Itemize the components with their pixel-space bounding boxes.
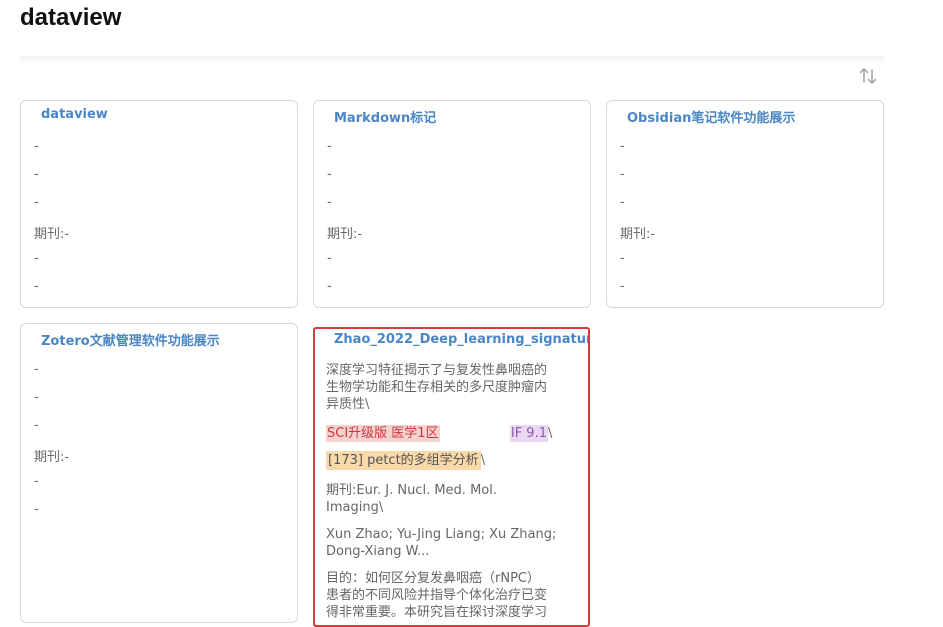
page-title: dataview bbox=[20, 4, 122, 31]
card-field: - bbox=[327, 279, 332, 294]
card-field: - bbox=[327, 139, 332, 154]
card-journal: 期刊:- bbox=[34, 227, 70, 242]
card-field: - bbox=[620, 279, 625, 294]
card-field: - bbox=[34, 362, 39, 377]
card-title-link[interactable]: Zotero文献管理软件功能展示 bbox=[41, 330, 220, 349]
card-field: - bbox=[34, 251, 39, 266]
journal-line: 期刊:Eur. J. Nucl. Med. Mol. bbox=[326, 483, 497, 498]
journal-line: Imaging\ bbox=[326, 500, 384, 515]
card-zhao-2022[interactable]: Zhao_2022_Deep_learning_signature 深度学习特征… bbox=[313, 327, 590, 627]
card-journal: 期刊:Eur. J. Nucl. Med. Mol. Imaging\ bbox=[326, 482, 578, 516]
tag-suffix: \ bbox=[547, 426, 553, 441]
card-field: - bbox=[327, 167, 332, 182]
summary-line: 深度学习特征揭示了与复发性鼻咽癌的 bbox=[326, 363, 548, 378]
card-field: - bbox=[34, 390, 39, 405]
sort-arrows-icon[interactable] bbox=[858, 66, 878, 86]
card-field: - bbox=[34, 474, 39, 489]
card-journal: 期刊:- bbox=[620, 227, 656, 242]
authors-line: Xun Zhao; Yu-Jing Liang; Xu Zhang; bbox=[326, 527, 557, 542]
card-field: - bbox=[620, 251, 625, 266]
note-tag: [173] petct的多组学分析 bbox=[326, 451, 481, 470]
card-authors: Xun Zhao; Yu-Jing Liang; Xu Zhang; Dong-… bbox=[326, 526, 578, 560]
card-field: - bbox=[327, 195, 332, 210]
card-obsidian[interactable]: Obsidian笔记软件功能展示 - - - 期刊:- - - bbox=[606, 100, 884, 308]
abstract-line: 得非常重要。本研究旨在探讨深度学习 bbox=[326, 605, 548, 620]
card-title-link[interactable]: Markdown标记 bbox=[334, 107, 436, 126]
card-title-link[interactable]: Obsidian笔记软件功能展示 bbox=[627, 107, 795, 126]
card-dataview[interactable]: dataview - - - 期刊:- - - bbox=[20, 100, 298, 308]
card-journal: 期刊:- bbox=[34, 450, 70, 465]
card-journal: 期刊:- bbox=[327, 227, 363, 242]
card-title-link[interactable]: Zhao_2022_Deep_learning_signature bbox=[334, 332, 588, 347]
summary-line: 生物学功能和生存相关的多尺度肿瘤内 bbox=[326, 380, 548, 395]
card-field: - bbox=[620, 139, 625, 154]
card-field: - bbox=[620, 195, 625, 210]
summary-line: 异质性\ bbox=[326, 397, 370, 412]
card-field: - bbox=[327, 251, 332, 266]
abstract-line: 患者的不同风险并指导个体化治疗已变 bbox=[326, 588, 548, 603]
card-zotero[interactable]: Zotero文献管理软件功能展示 - - - 期刊:- - - bbox=[20, 323, 298, 623]
impact-factor-tag: IF 9.1 bbox=[509, 425, 548, 442]
tag-suffix: \ bbox=[480, 453, 486, 468]
card-field: - bbox=[34, 195, 39, 210]
card-field: - bbox=[34, 139, 39, 154]
authors-line: Dong-Xiang W... bbox=[326, 544, 430, 559]
card-field: - bbox=[34, 418, 39, 433]
card-field: - bbox=[34, 167, 39, 182]
card-title-link[interactable]: dataview bbox=[41, 107, 108, 122]
card-note-row: [173] petct的多组学分析 \ bbox=[326, 451, 578, 470]
card-tags-row: SCI升级版 医学1区 IF 9.1\ bbox=[326, 425, 578, 442]
sci-rank-tag: SCI升级版 医学1区 bbox=[326, 425, 440, 442]
card-field: - bbox=[34, 279, 39, 294]
card-markdown[interactable]: Markdown标记 - - - 期刊:- - - bbox=[313, 100, 591, 308]
card-field: - bbox=[34, 502, 39, 517]
abstract-line: 目的：如何区分复发鼻咽癌（rNPC） bbox=[326, 571, 540, 586]
card-field: - bbox=[620, 167, 625, 182]
title-divider bbox=[20, 56, 884, 62]
card-summary: 深度学习特征揭示了与复发性鼻咽癌的 生物学功能和生存相关的多尺度肿瘤内 异质性\ bbox=[326, 362, 578, 413]
card-abstract: 目的：如何区分复发鼻咽癌（rNPC） 患者的不同风险并指导个体化治疗已变 得非常… bbox=[326, 570, 578, 621]
